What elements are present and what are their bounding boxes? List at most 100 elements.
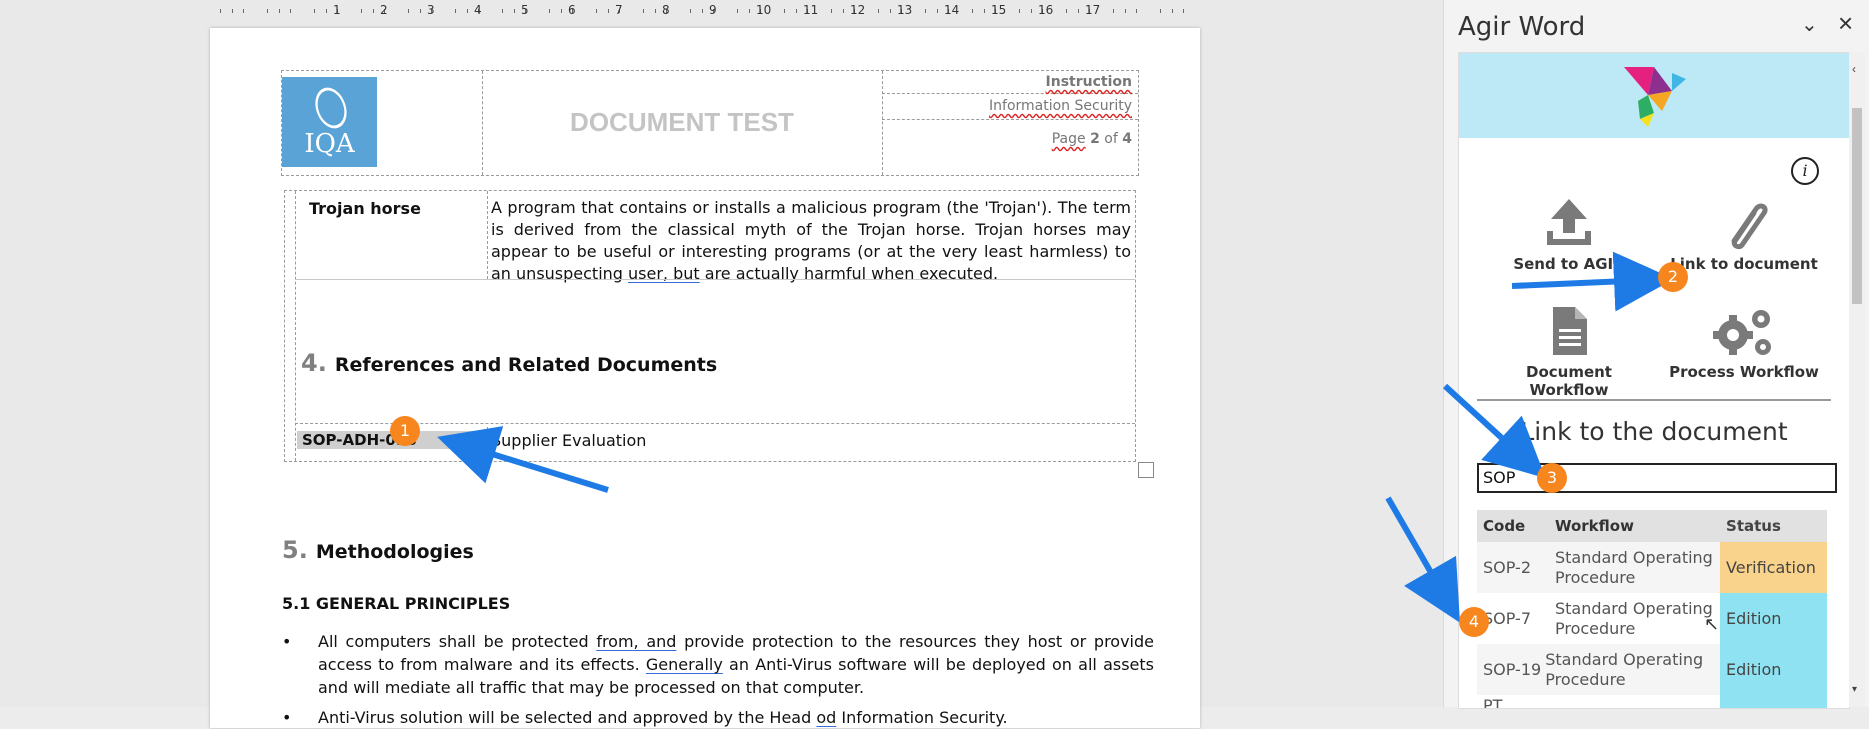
bullet-text: All computers shall be protected from, a… (318, 630, 1154, 699)
ruler-tick (795, 9, 797, 13)
agir-task-pane: Agir Word ⌄ × i Send to AGIR Link to doc… (1443, 0, 1869, 709)
row-workflow: Standard Operating Procedure (1545, 649, 1704, 689)
status-badge: Edition (1720, 644, 1827, 695)
ruler-tick (607, 9, 609, 13)
column-header-workflow[interactable]: Workflow (1551, 516, 1720, 536)
ruler-number: 3 (427, 3, 435, 17)
header-row-line (882, 93, 1138, 95)
ruler-tick (313, 9, 315, 13)
ruler-tick (1159, 9, 1161, 13)
ruler-tick (325, 9, 327, 13)
pane-scrollbar[interactable]: ‹ ▾ (1849, 52, 1865, 707)
header-table: IQA DOCUMENT TEST Instruction Informatio… (281, 70, 1139, 176)
page-current: 2 (1090, 131, 1100, 147)
section-title: References and Related Documents (334, 354, 718, 376)
table-row[interactable]: SOP-7 Standard Operating Procedure Editi… (1477, 593, 1828, 644)
scroll-down-icon[interactable]: ▾ (1852, 684, 1857, 695)
document-search-input[interactable]: SOP (1477, 463, 1837, 493)
ruler-number: 8 (662, 3, 670, 17)
bullet-text-part: All computers shall be protected (318, 632, 597, 651)
ruler-number: 13 (897, 3, 913, 17)
ruler-number: 11 (803, 3, 819, 17)
ruler-tick (1030, 9, 1032, 13)
section-title: Methodologies (315, 541, 474, 563)
ruler-tick (466, 9, 468, 13)
ruler-tick (701, 9, 703, 13)
bullet-icon: • (282, 632, 292, 651)
link-to-document-button[interactable]: Link to document (1659, 195, 1829, 273)
horizontal-ruler[interactable]: 1 2 3 4 5 6 7 8 9 10 11 12 13 14 15 16 17 (208, 2, 1203, 20)
header-divider (882, 71, 884, 175)
row-workflow: Standard Operating Procedure (1554, 547, 1713, 587)
bullet-text-part: Anti-Virus solution will be selected and… (318, 708, 817, 727)
ruler-number: 17 (1085, 3, 1101, 17)
ruler-tick (1136, 9, 1138, 13)
send-to-agir-button[interactable]: Send to AGIR (1484, 195, 1654, 273)
pane-separator (1477, 399, 1831, 401)
callout-marker-1: 1 (390, 416, 420, 446)
bullet-icon: • (282, 708, 292, 727)
process-workflow-button[interactable]: Process Workflow (1659, 303, 1829, 381)
gears-icon (1713, 310, 1771, 355)
ruler-tick (971, 9, 973, 13)
table-row[interactable]: SOP-19 Standard Operating Procedure Edit… (1477, 644, 1827, 695)
send-to-agir-label: Send to AGIR (1513, 255, 1625, 273)
bullet-text-grammar: Generally (645, 655, 723, 674)
ruler-tick (654, 9, 656, 13)
status-badge: Verification (1720, 542, 1828, 593)
ruler-tick (1112, 9, 1114, 13)
table-border (295, 191, 297, 461)
column-header-code[interactable]: Code (1477, 517, 1551, 535)
page-of: of (1104, 131, 1118, 147)
ruler-tick (748, 9, 750, 13)
iqa-logo: IQA (282, 77, 377, 167)
section-number: 4. (301, 349, 327, 377)
ruler-tick (924, 9, 926, 13)
ruler-tick (548, 9, 550, 13)
pane-close-icon[interactable]: × (1838, 8, 1853, 39)
ruler-number: 10 (756, 3, 772, 17)
ruler-tick (360, 9, 362, 13)
ruler-number: 14 (944, 3, 960, 17)
scrollbar-thumb[interactable] (1852, 108, 1862, 304)
ruler-number: 15 (991, 3, 1007, 17)
subsection-heading: 5.1 GENERAL PRINCIPLES (282, 594, 511, 613)
ruler-tick (1018, 9, 1020, 13)
bullet-text-grammar: from, and (596, 632, 677, 651)
ruler-tick (266, 9, 268, 13)
mouse-cursor-icon: ↖ (1704, 614, 1720, 634)
agir-banner (1459, 53, 1849, 138)
ruler-tick (889, 9, 891, 13)
info-button[interactable]: i (1791, 157, 1819, 185)
ruler-number: 5 (521, 3, 529, 17)
callout-marker-4: 4 (1459, 607, 1489, 637)
section-4-heading: 4. References and Related Documents (301, 349, 717, 377)
results-header: Code Workflow Status (1477, 510, 1827, 542)
table-row[interactable]: SOP-2 Standard Operating Procedure Verif… (1477, 542, 1828, 593)
results-table: Code Workflow Status SOP-2 Standard Oper… (1477, 510, 1828, 708)
document-workflow-button[interactable]: Document Workflow (1484, 303, 1654, 399)
pane-options-chevron-icon[interactable]: ⌄ (1801, 12, 1818, 37)
status-badge: Edition (1720, 593, 1828, 644)
document-page[interactable]: IQA DOCUMENT TEST Instruction Informatio… (210, 28, 1200, 728)
screen: 1 2 3 4 5 6 7 8 9 10 11 12 13 14 15 16 17 IQA DOCUMENT T… (0, 0, 1869, 728)
column-header-status[interactable]: Status (1720, 517, 1827, 535)
ruler-tick (1124, 9, 1126, 13)
pane-title: Agir Word (1458, 12, 1586, 42)
ruler-tick (936, 9, 938, 13)
agir-bird-logo-icon (1624, 67, 1686, 127)
ruler-number: 4 (474, 3, 482, 17)
row-code: SOP-19 (1483, 659, 1542, 679)
ruler-tick (243, 9, 245, 13)
ruler-number: 16 (1038, 3, 1054, 17)
page-number: Page 2 of 4 (1052, 131, 1132, 147)
table-row-divider (295, 279, 1135, 281)
collapse-chevron-icon[interactable]: ‹ (1852, 62, 1856, 76)
table-resize-handle[interactable] (1138, 462, 1154, 478)
ruler-tick (231, 9, 233, 13)
document-area[interactable]: 1 2 3 4 5 6 7 8 9 10 11 12 13 14 15 16 17 IQA DOCUMENT T… (0, 0, 1443, 728)
section-number: 5. (282, 536, 308, 564)
definition-term: Trojan horse (309, 199, 421, 218)
table-border (487, 191, 489, 279)
ruler-tick (407, 9, 409, 13)
